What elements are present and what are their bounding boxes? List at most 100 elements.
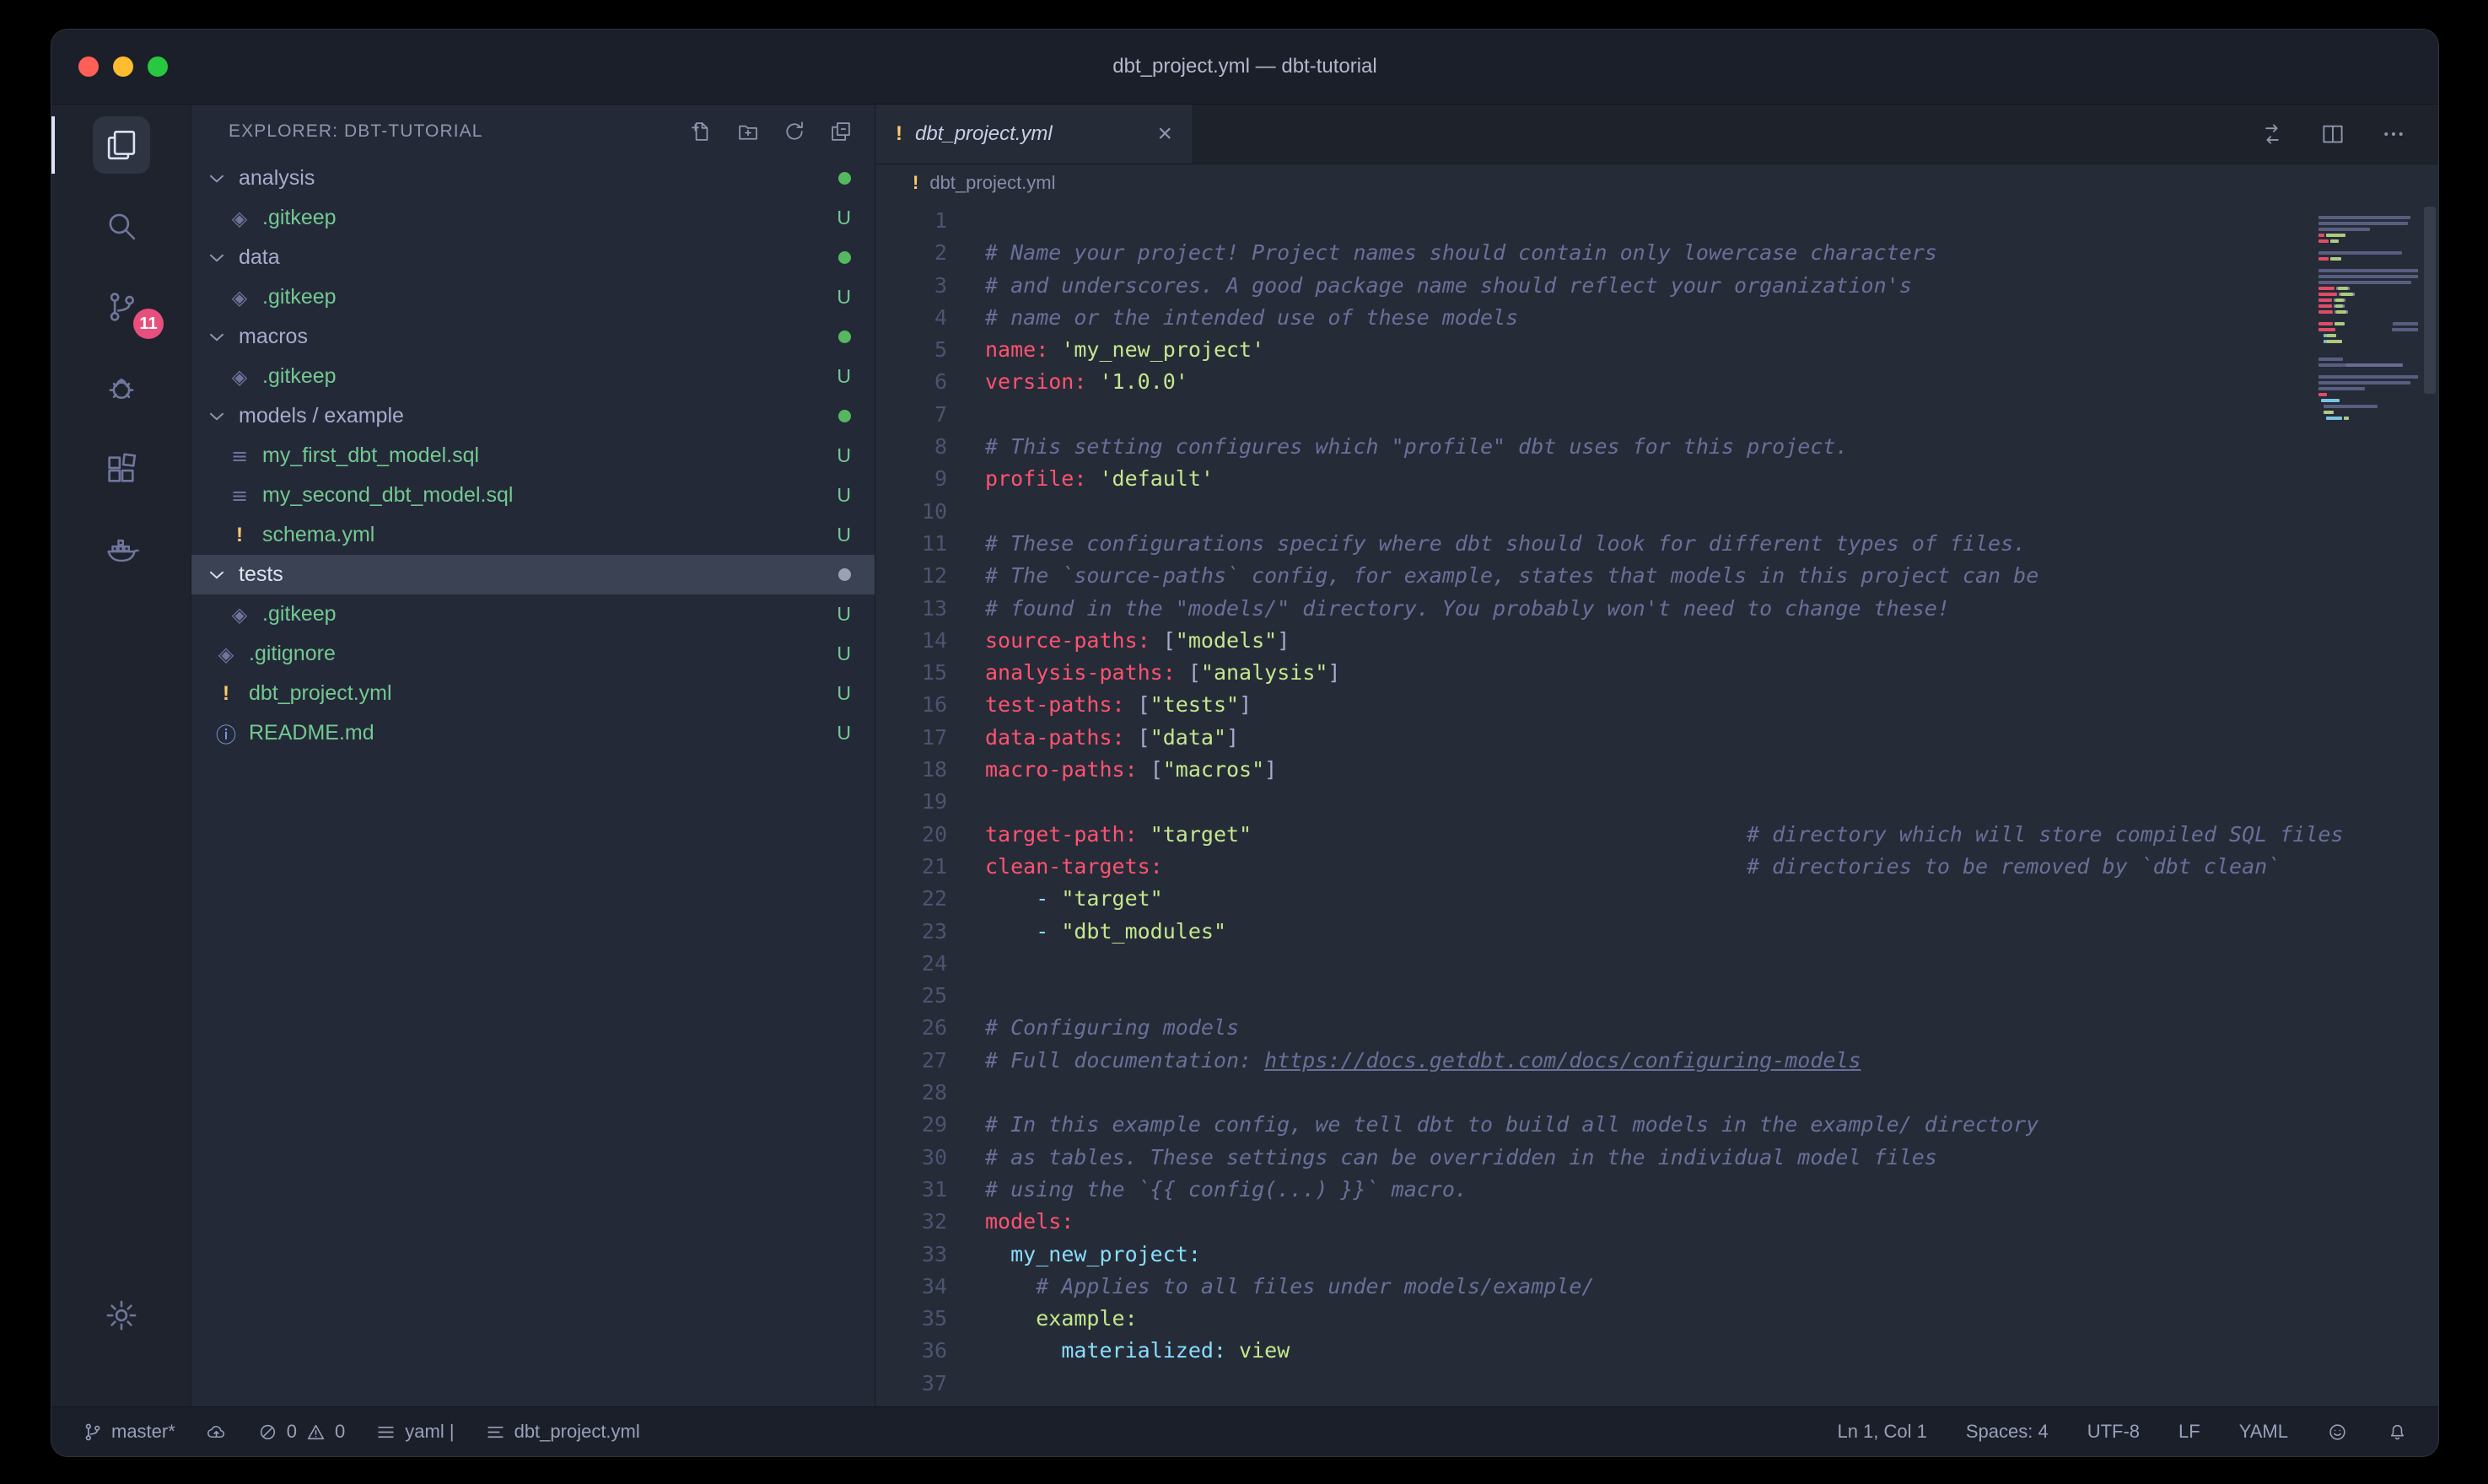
folder-macros[interactable]: macros: [191, 317, 875, 357]
breadcrumb-item[interactable]: dbt_project.yml: [929, 172, 1055, 194]
file--gitkeep[interactable]: ◈.gitkeepU: [191, 357, 875, 396]
file--gitkeep[interactable]: ◈.gitkeepU: [191, 277, 875, 317]
extensions-activity-button[interactable]: [51, 428, 191, 509]
file--gitkeep[interactable]: ◈.gitkeepU: [191, 594, 875, 634]
collapse-all-icon[interactable]: [829, 120, 853, 143]
breadcrumb[interactable]: ! dbt_project.yml: [875, 164, 2438, 202]
warn-file-icon: !: [227, 524, 252, 547]
minimap[interactable]: [2318, 208, 2418, 427]
folder-tests[interactable]: tests: [191, 555, 875, 594]
yaml-status-label: yaml |: [405, 1421, 454, 1443]
sql-file-icon: ≡: [227, 444, 252, 468]
more-actions-icon[interactable]: [2381, 121, 2406, 147]
manage-button[interactable]: [51, 1275, 191, 1356]
code-line: 25: [875, 980, 2438, 1012]
code-line: 4# name or the intended use of these mod…: [875, 302, 2438, 334]
file-label: dbt_project.yml: [249, 681, 392, 706]
yaml-file-label: dbt_project.yml: [514, 1421, 640, 1443]
yaml-file-status[interactable]: dbt_project.yml: [485, 1421, 640, 1443]
diamond-file-icon: ◈: [227, 286, 252, 309]
file-my-first-dbt-model-sql[interactable]: ≡my_first_dbt_model.sqlU: [191, 436, 875, 476]
code-line: 35 example:: [875, 1303, 2438, 1335]
file--gitkeep[interactable]: ◈.gitkeepU: [191, 198, 875, 238]
tab-dbt-project-yml[interactable]: ! dbt_project.yml ×: [875, 105, 1193, 164]
code-line: 10: [875, 496, 2438, 528]
language-mode-status[interactable]: YAML: [2239, 1421, 2288, 1443]
code-line: 31# using the `{{ config(...) }}` macro.: [875, 1174, 2438, 1206]
close-tab-icon[interactable]: ×: [1157, 120, 1172, 148]
code-line: 8# This setting configures which "profil…: [875, 431, 2438, 463]
problems-status[interactable]: 0 0: [257, 1421, 346, 1443]
warning-count: 0: [335, 1421, 345, 1443]
open-changes-icon[interactable]: [2259, 121, 2285, 147]
source-control-activity-button[interactable]: 11: [51, 266, 191, 347]
docker-whale-icon: [104, 532, 139, 567]
split-editor-icon[interactable]: [2320, 121, 2345, 147]
chevron-down-icon: [205, 167, 229, 191]
yaml-warning-file-icon: !: [913, 172, 918, 194]
folder-label: data: [239, 245, 280, 270]
code-line: 6version: '1.0.0': [875, 366, 2438, 398]
file-label: schema.yml: [262, 523, 374, 547]
vscode-window: dbt_project.yml — dbt-tutorial 11: [51, 29, 2439, 1457]
encoding-status[interactable]: UTF-8: [2087, 1421, 2140, 1443]
explorer-activity-button[interactable]: [51, 105, 191, 186]
file-readme-md[interactable]: ⓘREADME.mdU: [191, 713, 875, 753]
yaml-schema-status[interactable]: yaml |: [375, 1421, 454, 1443]
file--gitignore[interactable]: ◈.gitignoreU: [191, 634, 875, 674]
new-file-icon[interactable]: [690, 120, 714, 143]
explorer-title: EXPLORER: DBT-TUTORIAL: [229, 121, 483, 142]
code-line: 24: [875, 948, 2438, 980]
code-line: 32models:: [875, 1206, 2438, 1238]
search-activity-button[interactable]: [51, 186, 191, 266]
git-modified-dot: [838, 410, 851, 422]
run-debug-activity-button[interactable]: [51, 347, 191, 428]
code-editor[interactable]: 12# Name your project! Project names sho…: [875, 202, 2438, 1406]
title-bar[interactable]: dbt_project.yml — dbt-tutorial: [51, 30, 2438, 105]
extensions-icon: [104, 451, 139, 487]
diamond-file-icon: ◈: [213, 643, 239, 666]
code-line: 11# These configurations specify where d…: [875, 528, 2438, 560]
git-status-untracked: U: [837, 286, 851, 309]
scrollbar-thumb[interactable]: [2424, 207, 2436, 394]
window-title: dbt_project.yml — dbt-tutorial: [1112, 55, 1376, 78]
notifications-button[interactable]: [2387, 1422, 2408, 1443]
folder-label: models / example: [239, 404, 404, 428]
folder-analysis[interactable]: analysis: [191, 159, 875, 198]
git-branch-status[interactable]: master*: [82, 1421, 175, 1443]
cursor-position-status[interactable]: Ln 1, Col 1: [1837, 1421, 1926, 1443]
code-line: 36 materialized: view: [875, 1335, 2438, 1367]
file-my-second-dbt-model-sql[interactable]: ≡my_second_dbt_model.sqlU: [191, 476, 875, 515]
git-branch-icon: [82, 1422, 103, 1443]
close-window-button[interactable]: [78, 56, 99, 77]
code-line: 16test-paths: ["tests"]: [875, 689, 2438, 721]
code-line: 12# The `source-paths` config, for examp…: [875, 560, 2438, 592]
refresh-icon[interactable]: [783, 120, 806, 143]
file-schema-yml[interactable]: !schema.ymlU: [191, 515, 875, 555]
warning-icon: [305, 1422, 326, 1443]
indentation-status[interactable]: Spaces: 4: [1966, 1421, 2049, 1443]
zoom-window-button[interactable]: [148, 56, 168, 77]
editor-scrollbar[interactable]: [2421, 202, 2438, 1406]
chevron-down-icon: [205, 246, 229, 270]
eol-status[interactable]: LF: [2178, 1421, 2200, 1443]
bell-icon: [2387, 1422, 2408, 1443]
git-status-untracked: U: [837, 603, 851, 626]
code-line: 37: [875, 1368, 2438, 1400]
folder-data[interactable]: data: [191, 238, 875, 277]
file-label: .gitkeep: [262, 206, 337, 230]
diamond-file-icon: ◈: [227, 365, 252, 389]
minimize-window-button[interactable]: [113, 56, 133, 77]
warn-file-icon: !: [213, 682, 239, 706]
folder-models-example[interactable]: models / example: [191, 396, 875, 436]
code-line: 14source-paths: ["models"]: [875, 625, 2438, 657]
publish-changes-button[interactable]: [206, 1422, 227, 1443]
feedback-button[interactable]: [2327, 1422, 2348, 1443]
git-modified-dot: [838, 251, 851, 264]
code-line: 13# found in the "models/" directory. Yo…: [875, 593, 2438, 625]
docker-activity-button[interactable]: [51, 509, 191, 590]
tab-bar: ! dbt_project.yml ×: [875, 105, 2438, 164]
code-line: 28: [875, 1077, 2438, 1109]
file-dbt-project-yml[interactable]: !dbt_project.ymlU: [191, 674, 875, 713]
new-folder-icon[interactable]: [736, 120, 760, 143]
